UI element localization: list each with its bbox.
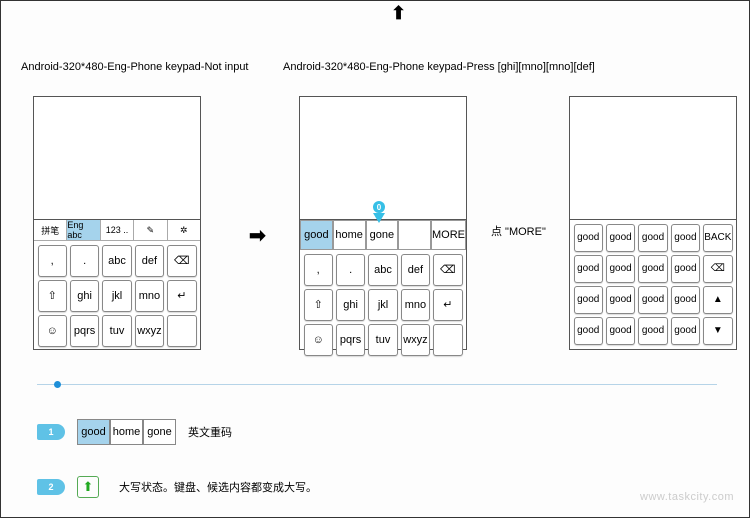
more-grid-last-col[interactable]: ▼ (703, 317, 732, 345)
top-arrow-icon: ⬆ (391, 3, 406, 24)
more-grid-word[interactable]: good (574, 224, 603, 252)
key-tuv[interactable]: tuv (368, 324, 397, 356)
phone-press: good home gone MORE , . abc def ⌫ ⇧ ghi … (299, 96, 467, 350)
legend-cand-good: good (77, 419, 110, 445)
legend-cand-gone: gone (143, 419, 176, 445)
more-grid-word[interactable]: good (638, 255, 667, 283)
keypad: , . abc def ⌫ ⇧ ghi jkl mno ↵ ☺ pqrs tuv… (34, 241, 200, 350)
more-grid-last-col[interactable]: ▲ (703, 286, 732, 314)
more-grid: goodgoodgoodgoodBACKgoodgoodgoodgood⌫goo… (570, 220, 736, 348)
key-period[interactable]: . (336, 254, 365, 286)
more-grid-word[interactable]: good (638, 317, 667, 345)
more-grid-word[interactable]: good (574, 286, 603, 314)
tab-number[interactable]: 123 .. (101, 220, 134, 240)
display-area (34, 97, 200, 220)
more-grid-word[interactable]: good (671, 286, 700, 314)
keypad: , . abc def ⌫ ⇧ ghi jkl mno ↵ ☺ pqrs tuv… (300, 250, 466, 359)
key-enter[interactable]: ↵ (433, 289, 462, 321)
cursor-badge: 0 (373, 201, 385, 213)
legend-badge-1: 1 (37, 424, 65, 440)
more-grid-word[interactable]: good (638, 286, 667, 314)
key-jkl[interactable]: jkl (102, 280, 131, 312)
key-jkl[interactable]: jkl (368, 289, 397, 321)
more-grid-word[interactable]: good (638, 224, 667, 252)
legend-row-2: 2 ⬆ 大写状态。键盘、候选内容都变成大写。 (37, 476, 317, 498)
key-emoji[interactable]: ☺ (304, 324, 333, 356)
key-space[interactable] (167, 315, 196, 347)
ime-tabs: 拼笔 Eng abc 123 .. ✎ ✲ (34, 220, 200, 241)
candidate-gone[interactable]: gone (366, 220, 399, 250)
key-pqrs[interactable]: pqrs (70, 315, 99, 347)
display-area (570, 97, 736, 220)
key-enter[interactable]: ↵ (167, 280, 196, 312)
key-abc[interactable]: abc (368, 254, 397, 286)
tab-eng[interactable]: Eng abc (67, 220, 100, 240)
candidate-row: good home gone MORE (300, 220, 466, 250)
more-grid-word[interactable]: good (671, 255, 700, 283)
candidate-empty[interactable] (398, 220, 431, 250)
tab-settings[interactable]: ✲ (168, 220, 200, 240)
key-backspace[interactable]: ⌫ (167, 245, 196, 277)
key-def[interactable]: def (135, 245, 164, 277)
key-ghi[interactable]: ghi (336, 289, 365, 321)
key-wxyz[interactable]: wxyz (401, 324, 430, 356)
legend-cand-home: home (110, 419, 143, 445)
key-comma[interactable]: , (38, 245, 67, 277)
more-grid-word[interactable]: good (574, 255, 603, 283)
tab-handwrite[interactable]: ✎ (134, 220, 167, 240)
candidate-more[interactable]: MORE (431, 220, 466, 250)
key-shift[interactable]: ⇧ (304, 289, 333, 321)
key-emoji[interactable]: ☺ (38, 315, 67, 347)
key-comma[interactable]: , (304, 254, 333, 286)
legend-row-1: 1 good home gone 英文重码 (37, 419, 232, 445)
phone-more-expanded: goodgoodgoodgoodBACKgoodgoodgoodgood⌫goo… (569, 96, 737, 350)
candidate-good[interactable]: good (300, 220, 333, 250)
key-backspace[interactable]: ⌫ (433, 254, 462, 286)
key-wxyz[interactable]: wxyz (135, 315, 164, 347)
divider-line (37, 384, 717, 385)
title-press: Android-320*480-Eng-Phone keypad-Press [… (283, 61, 595, 73)
phone-not-input: 拼笔 Eng abc 123 .. ✎ ✲ , . abc def ⌫ ⇧ gh… (33, 96, 201, 350)
key-period[interactable]: . (70, 245, 99, 277)
title-not-input: Android-320*480-Eng-Phone keypad-Not inp… (21, 61, 249, 73)
legend-text-1: 英文重码 (188, 424, 232, 440)
key-shift[interactable]: ⇧ (38, 280, 67, 312)
more-grid-word[interactable]: good (606, 286, 635, 314)
watermark: www.taskcity.com (640, 491, 734, 503)
candidate-home[interactable]: home (333, 220, 366, 250)
shift-green-icon: ⬆ (77, 476, 99, 498)
cursor-indicator: 0 (371, 201, 385, 223)
legend-text-2: 大写状态。键盘、候选内容都变成大写。 (119, 479, 317, 495)
key-mno[interactable]: mno (135, 280, 164, 312)
key-tuv[interactable]: tuv (102, 315, 131, 347)
cursor-arrow-icon (373, 213, 385, 223)
key-def[interactable]: def (401, 254, 430, 286)
divider-dot-icon (54, 381, 61, 388)
more-grid-last-col[interactable]: ⌫ (703, 255, 732, 283)
key-ghi[interactable]: ghi (70, 280, 99, 312)
more-grid-last-col[interactable]: BACK (703, 224, 732, 252)
more-grid-word[interactable]: good (671, 317, 700, 345)
more-grid-word[interactable]: good (606, 255, 635, 283)
key-mno[interactable]: mno (401, 289, 430, 321)
arrow-right-icon: ➡ (249, 223, 266, 248)
key-space[interactable] (433, 324, 462, 356)
more-label: 点 "MORE" (491, 223, 546, 239)
more-grid-word[interactable]: good (671, 224, 700, 252)
key-abc[interactable]: abc (102, 245, 131, 277)
more-grid-word[interactable]: good (606, 224, 635, 252)
more-grid-word[interactable]: good (574, 317, 603, 345)
tab-pinyin[interactable]: 拼笔 (34, 220, 67, 240)
legend-badge-2: 2 (37, 479, 65, 495)
key-pqrs[interactable]: pqrs (336, 324, 365, 356)
more-grid-word[interactable]: good (606, 317, 635, 345)
